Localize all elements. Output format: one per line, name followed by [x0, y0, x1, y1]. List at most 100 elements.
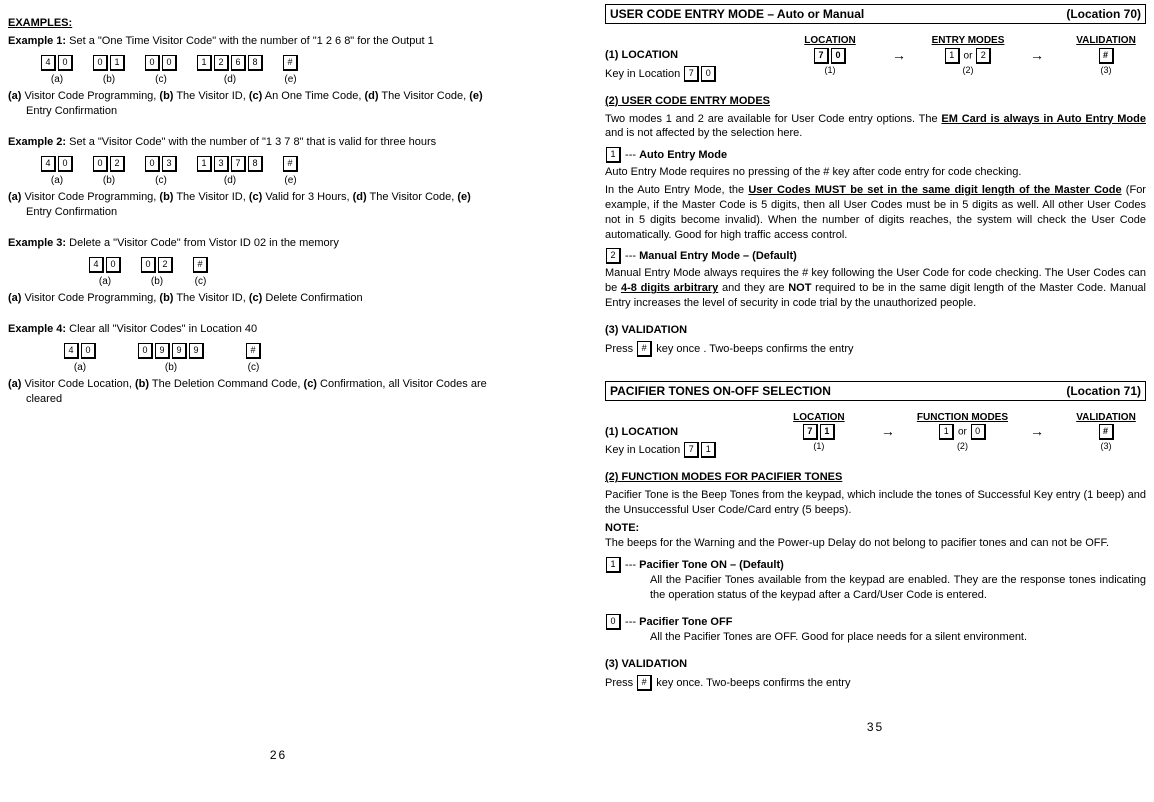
- page: EXAMPLES: Example 1: Set a "One Time Vis…: [0, 0, 1154, 802]
- left-page: EXAMPLES: Example 1: Set a "One Time Vis…: [0, 0, 577, 802]
- dash: ---: [622, 149, 639, 161]
- ex4-legend: (a) Visitor Code Location, (b) The Delet…: [8, 377, 549, 407]
- key: 1: [945, 48, 960, 64]
- right-page-number: 35: [605, 719, 1146, 735]
- sec2-opt2: 0 --- Pacifier Tone OFF All the Pacifier…: [605, 614, 1146, 645]
- ex1-title: Example 1:: [8, 35, 66, 47]
- sec1-modes-intro: Two modes 1 and 2 are available for User…: [605, 112, 1146, 142]
- key: 1: [197, 156, 212, 172]
- sec1-loc-heading: (1) LOCATION: [605, 48, 1146, 63]
- sec2-loc-heading: (1) LOCATION: [605, 425, 1146, 440]
- key: 1: [606, 557, 621, 573]
- key: 7: [684, 442, 699, 458]
- sec1-val-heading: (3) VALIDATION: [605, 323, 1146, 338]
- key: 0: [162, 55, 177, 71]
- colh-location: LOCATION 70 (1): [790, 34, 870, 76]
- t: In the Auto Entry Mode, the: [605, 184, 748, 196]
- key: 6: [231, 55, 246, 71]
- ex3-g2: # (c): [192, 257, 209, 289]
- key: 0: [138, 343, 153, 359]
- colh-entry-sub: (2): [928, 64, 1008, 76]
- sec1-header: USER CODE ENTRY MODE – Auto or Manual (L…: [605, 4, 1146, 24]
- sec1-mode1: 1 --- Auto Entry Mode: [605, 147, 1146, 163]
- ex1-g2-label: (c): [144, 73, 178, 87]
- ex1-g3-label: (d): [196, 73, 264, 87]
- colh-validation: VALIDATION # (3): [1066, 34, 1146, 76]
- t: key once. Two-beeps confirms the entry: [653, 677, 850, 689]
- ex2-g1: 02(b): [92, 156, 126, 188]
- arrow-icon: [881, 422, 895, 441]
- key: 1: [606, 147, 621, 163]
- ex2-g3: 1378(d): [196, 156, 264, 188]
- sec2-title: PACIFIER TONES ON-OFF SELECTION: [610, 383, 831, 399]
- ex1-g3: 1268(d): [196, 55, 264, 87]
- sec2-fn-intro: Pacifier Tone is the Beep Tones from the…: [605, 488, 1146, 518]
- ex3-g1-label: (b): [140, 275, 174, 289]
- sec2-opt1: 1 --- Pacifier Tone ON – (Default) All t…: [605, 557, 1146, 603]
- key: 0: [106, 257, 121, 273]
- key: #: [193, 257, 208, 273]
- ex3-g0: 40(a): [88, 257, 122, 289]
- colh-fn: FUNCTION MODES 1 or 0 (2): [917, 411, 1008, 453]
- ex3-g2-label: (c): [192, 275, 209, 289]
- ex1-keyrow: 40(a) 01(b) 00(c) 1268(d) #(e): [40, 55, 549, 87]
- key: 0: [606, 614, 621, 630]
- t: Key in Location: [605, 444, 680, 456]
- ex1-g0-label: (a): [40, 73, 74, 87]
- ex3-legend: (a) Visitor Code Programming, (b) The Vi…: [8, 291, 549, 306]
- key: 0: [971, 424, 986, 440]
- key: 0: [93, 55, 108, 71]
- ex3-g1: 02(b): [140, 257, 174, 289]
- key: #: [283, 156, 298, 172]
- ex1-g1: 01(b): [92, 55, 126, 87]
- ex1-g2: 00(c): [144, 55, 178, 87]
- colh-location2: LOCATION 71 (1): [779, 411, 859, 453]
- mode1-title: Auto Entry Mode: [639, 149, 727, 161]
- ex2-g2-label: (c): [144, 174, 178, 188]
- ex4-g2: #(c): [245, 343, 262, 375]
- colh-location2-label: LOCATION: [779, 411, 859, 425]
- ex2-g0: 40(a): [40, 156, 74, 188]
- t: and they are: [718, 282, 788, 294]
- ex2-g1-label: (b): [92, 174, 126, 188]
- sec1-loc-pre: Key in Location: [605, 68, 680, 80]
- key: 1: [701, 442, 716, 458]
- sec2-note: NOTE:The beeps for the Warning and the P…: [605, 521, 1146, 551]
- ex2-desc: Set a "Visitor Code" with the number of …: [69, 136, 436, 148]
- ex1-legend: (a) Visitor Code Programming, (b) The Vi…: [8, 89, 549, 119]
- ex3-title: Example 3:: [8, 237, 66, 249]
- key: 4: [89, 257, 104, 273]
- key: 0: [141, 257, 156, 273]
- key: 0: [145, 156, 160, 172]
- sec2-loc-text: Key in Location 71: [605, 442, 1146, 458]
- t: Press: [605, 677, 636, 689]
- key: 9: [189, 343, 204, 359]
- ex4-g2-label: (c): [245, 361, 262, 375]
- sec1-loc-text: Key in Location 70: [605, 66, 1146, 82]
- ex2-keyrow: 40(a) 02(b) 03(c) 1378(d) #(e): [40, 156, 549, 188]
- ex4-g1: 0999(b): [137, 343, 205, 375]
- ex2-line: Example 2: Set a "Visitor Code" with the…: [8, 135, 549, 150]
- ex2-g2: 03(c): [144, 156, 178, 188]
- key: 1: [197, 55, 212, 71]
- colh-validation2-label: VALIDATION: [1066, 411, 1146, 425]
- ex2-g0-label: (a): [40, 174, 74, 188]
- ex4-g0: 40(a): [63, 343, 97, 375]
- colh-entry: ENTRY MODES 1 or 2 (2): [928, 34, 1008, 76]
- ex2-title: Example 2:: [8, 136, 66, 148]
- or-text: or: [964, 50, 973, 61]
- ex3-line: Example 3: Delete a "Visitor Code" from …: [8, 236, 549, 251]
- sec1-mode2: 2 --- Manual Entry Mode – (Default): [605, 248, 1146, 264]
- mode2-title: Manual Entry Mode – (Default): [639, 250, 797, 262]
- colh-location-sub: (1): [790, 64, 870, 76]
- ex1-g1-label: (b): [92, 73, 126, 87]
- examples-heading: EXAMPLES:: [8, 16, 549, 31]
- key: 2: [214, 55, 229, 71]
- key: 7: [684, 66, 699, 82]
- colh-validation-label: VALIDATION: [1066, 34, 1146, 48]
- ex1-g4: #(e): [282, 55, 299, 87]
- ex3-desc: Delete a "Visitor Code" from Vistor ID 0…: [69, 237, 339, 249]
- key: 1: [939, 424, 954, 440]
- t: 4-8 digits arbitrary: [621, 282, 718, 294]
- key: 7: [814, 48, 829, 64]
